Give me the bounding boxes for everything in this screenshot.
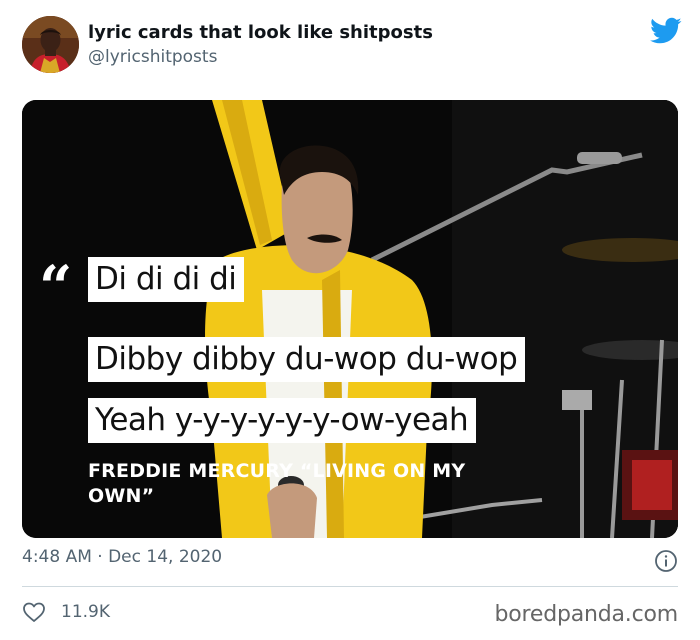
lyric-line-1: Di di di di	[88, 257, 245, 302]
lyric-line-2: Dibby dibby du-wop du-wop	[88, 337, 526, 382]
heart-icon	[23, 602, 45, 622]
watermark: boredpanda.com	[494, 602, 678, 627]
tweet-media[interactable]: “ Di di di di Dibby dibby du-wop du-wop …	[22, 100, 678, 538]
lyric-line-3: Yeah y-y-y-y-y-y-ow-yeah	[88, 398, 477, 443]
user-handle[interactable]: @lyricshitposts	[88, 47, 217, 67]
avatar[interactable]	[22, 16, 79, 73]
lyric-attribution: FREDDIE MERCURY “LIVING ON MY OWN”	[88, 460, 466, 507]
like-count: 11.9K	[61, 602, 110, 622]
divider	[22, 586, 678, 587]
tweet-timestamp[interactable]: 4:48 AM · Dec 14, 2020	[22, 547, 222, 567]
twitter-bird-icon[interactable]	[650, 17, 682, 45]
avatar-image	[22, 16, 79, 73]
quote-mark: “	[39, 253, 73, 321]
display-name[interactable]: lyric cards that look like shitposts	[88, 22, 433, 43]
info-icon[interactable]	[654, 549, 678, 573]
like-button[interactable]: 11.9K	[22, 599, 110, 625]
tweet-header: lyric cards that look like shitposts @ly…	[22, 14, 682, 78]
